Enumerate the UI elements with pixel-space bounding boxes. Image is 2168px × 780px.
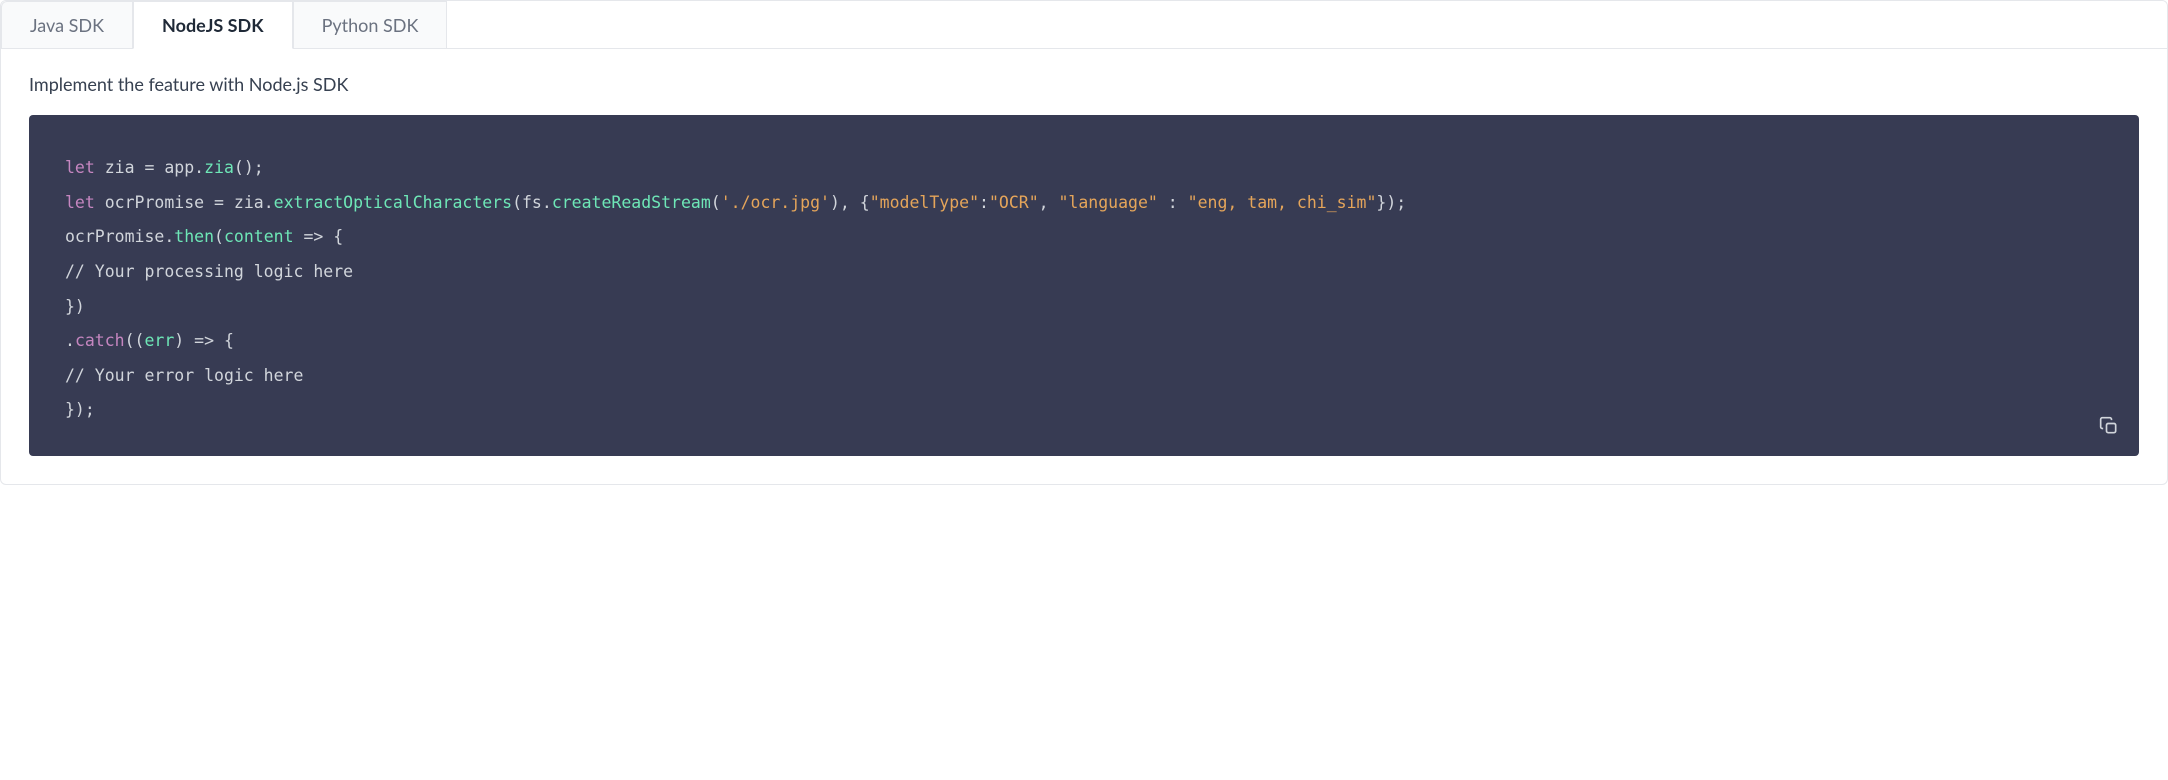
tab-java-sdk[interactable]: Java SDK [1,1,133,49]
code-line-2: let ocrPromise = zia.extractOpticalChara… [65,186,2103,221]
code-block: let zia = app.zia(); let ocrPromise = zi… [29,115,2139,456]
code-line-6: .catch((err) => { [65,324,2103,359]
description-text: Implement the feature with Node.js SDK [29,73,2139,95]
sdk-panel: Java SDK NodeJS SDK Python SDK Implement… [0,0,2168,485]
code-line-3: ocrPromise.then(content => { [65,220,2103,255]
tab-content: Implement the feature with Node.js SDK l… [1,49,2167,484]
code-line-8: }); [65,393,2103,428]
copy-button[interactable] [2095,412,2123,440]
code-line-5: }) [65,290,2103,325]
tab-python-sdk[interactable]: Python SDK [293,1,448,49]
copy-icon [2099,416,2119,436]
tab-bar: Java SDK NodeJS SDK Python SDK [1,1,2167,49]
code-line-1: let zia = app.zia(); [65,151,2103,186]
code-line-4: // Your processing logic here [65,255,2103,290]
tab-content-wrapper: Implement the feature with Node.js SDK l… [1,48,2167,484]
code-line-7: // Your error logic here [65,359,2103,394]
tab-nodejs-sdk[interactable]: NodeJS SDK [133,1,293,49]
